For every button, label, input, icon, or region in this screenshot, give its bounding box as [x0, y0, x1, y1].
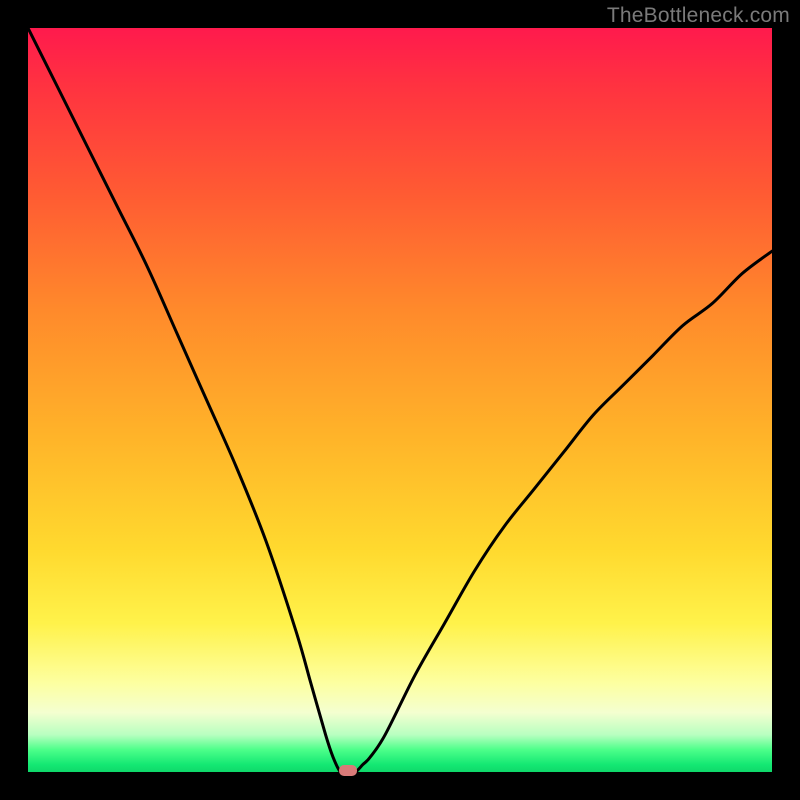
minimum-marker	[339, 765, 357, 776]
bottleneck-curve	[28, 28, 772, 772]
plot-area	[28, 28, 772, 772]
curve-path	[28, 28, 772, 772]
chart-container: TheBottleneck.com	[0, 0, 800, 800]
watermark-text: TheBottleneck.com	[607, 4, 790, 28]
